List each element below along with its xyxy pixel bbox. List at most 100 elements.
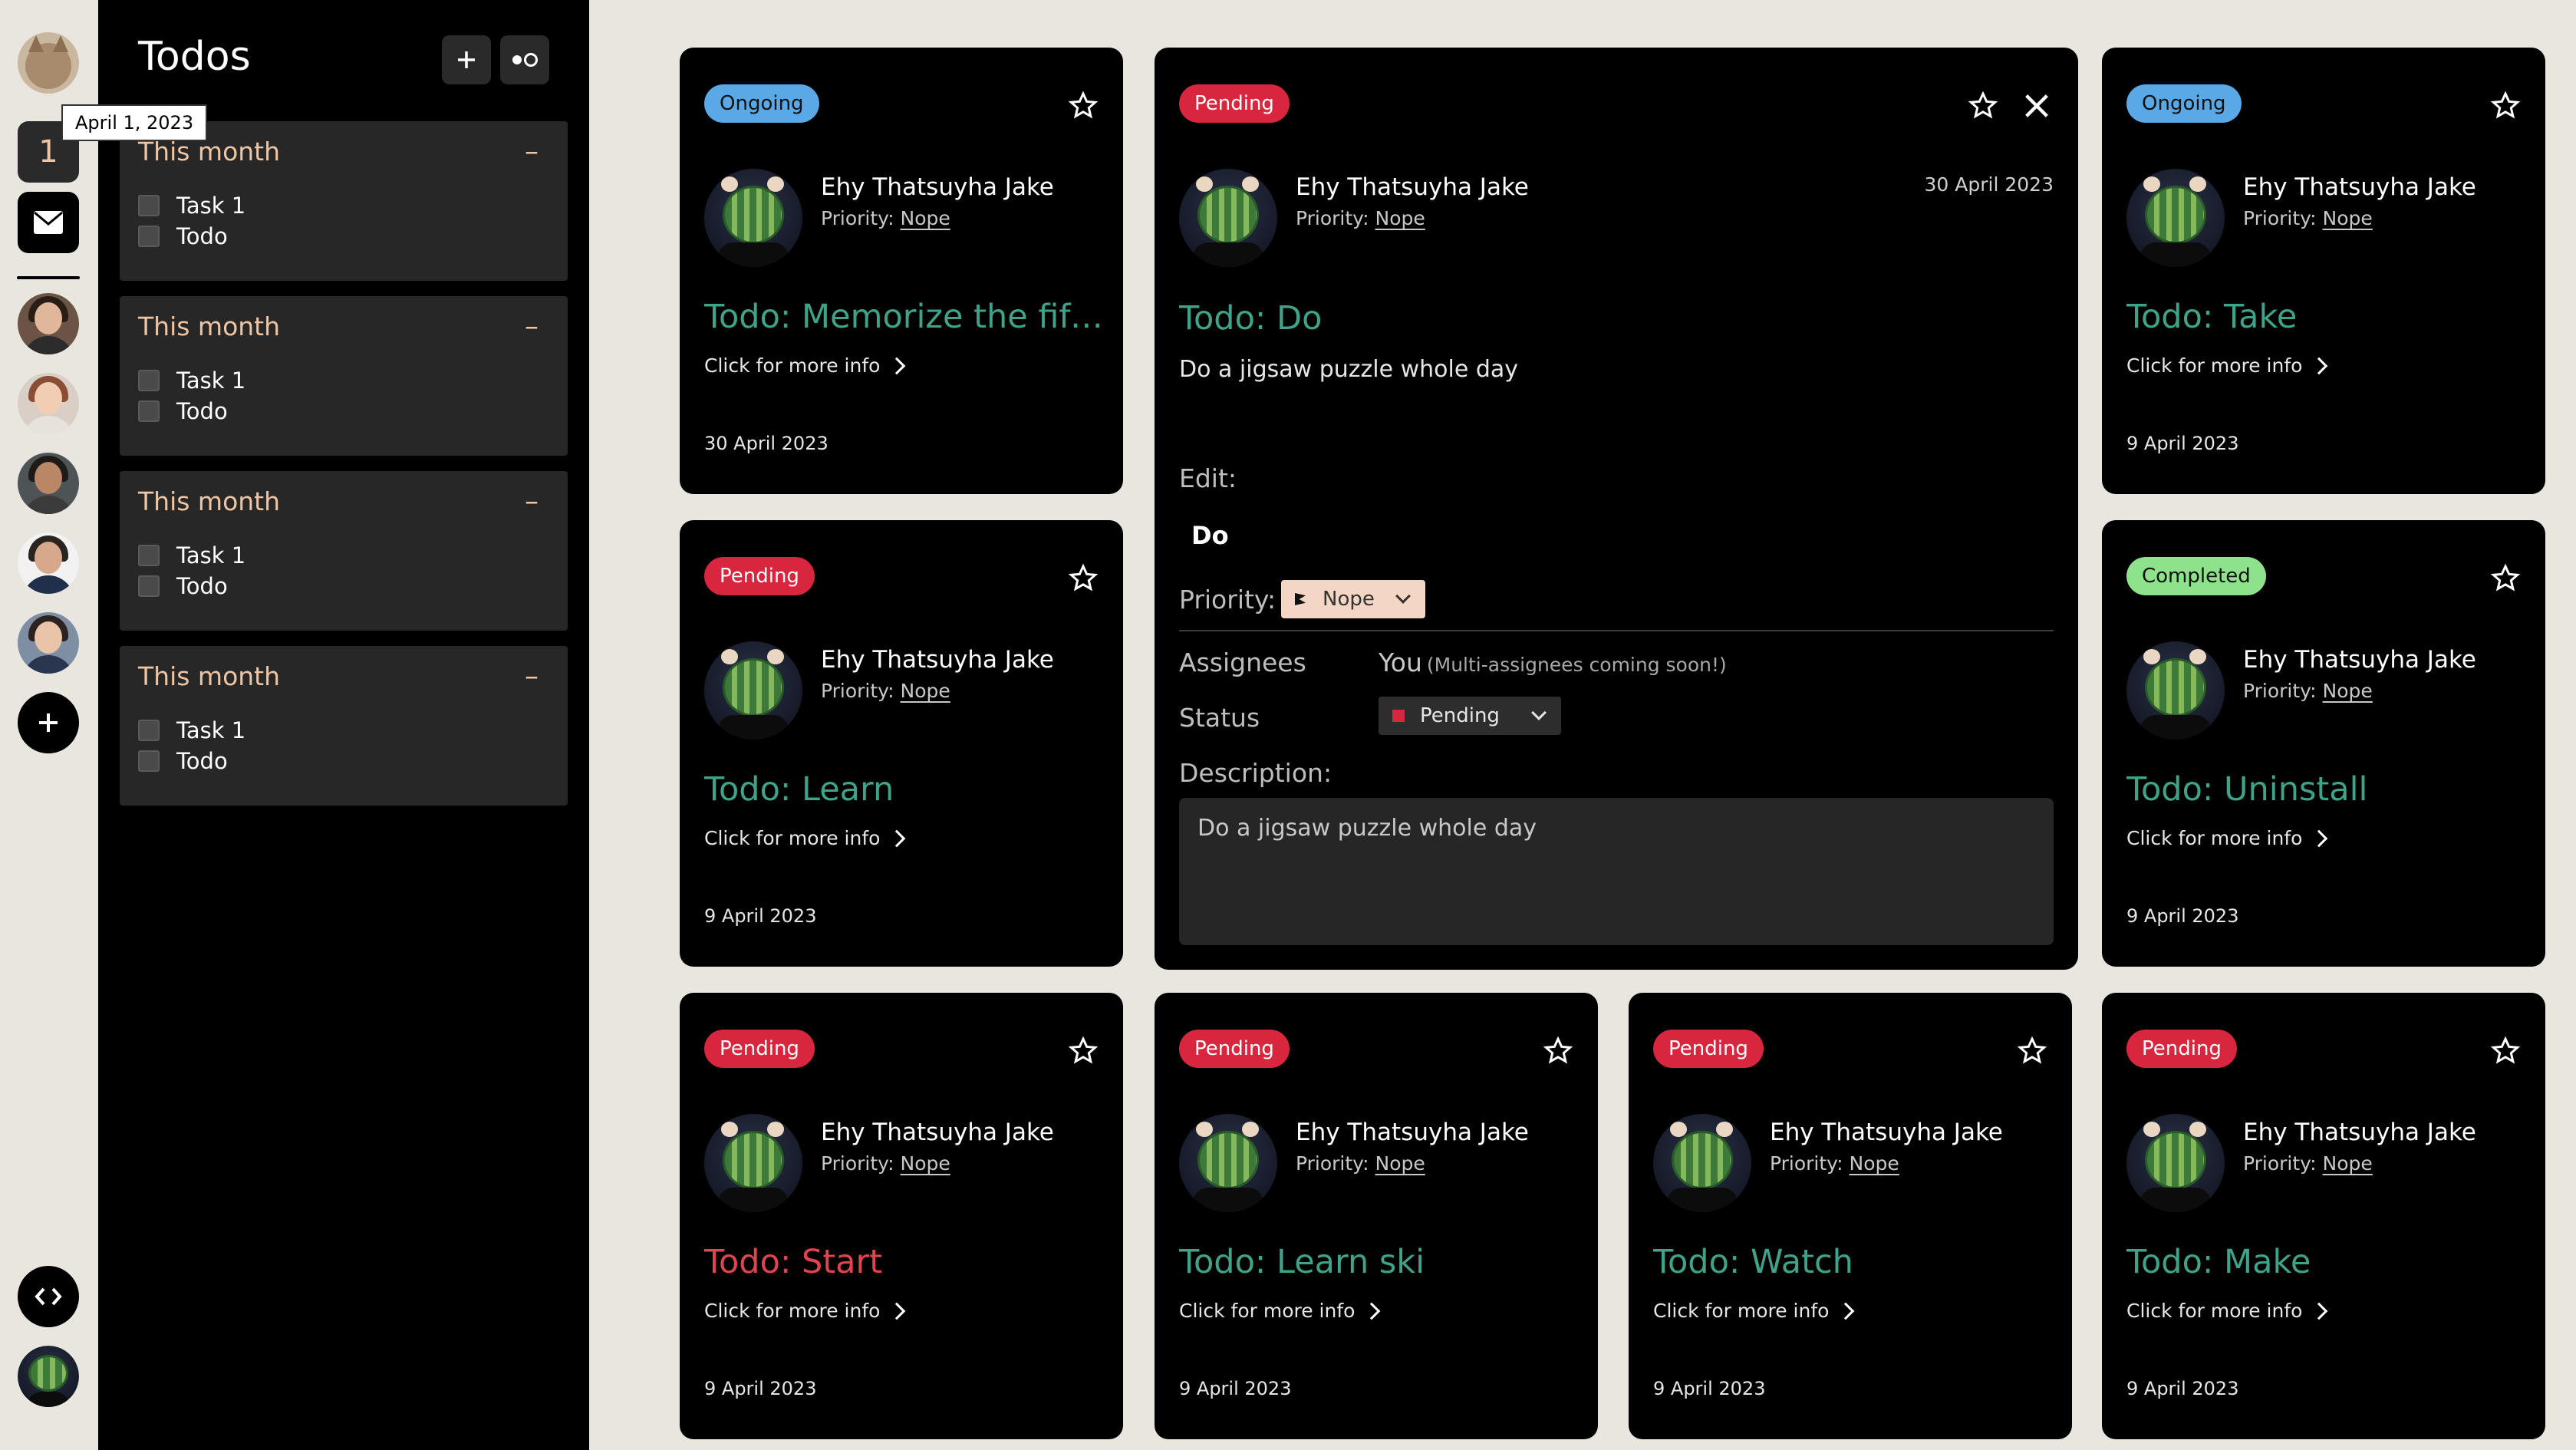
task-checkbox[interactable]: [138, 400, 160, 422]
edit-title-input[interactable]: Do: [1179, 512, 1563, 559]
star-icon[interactable]: [1068, 91, 1099, 121]
todo-date: 9 April 2023: [1653, 1378, 1766, 1399]
todo-title: Todo: Uninstall: [2126, 770, 2368, 809]
more-info-link[interactable]: Click for more info: [2126, 1300, 2328, 1322]
priority-value[interactable]: Nope: [2323, 1152, 2373, 1175]
current-user-avatar[interactable]: [18, 1346, 79, 1407]
task-checkbox[interactable]: [138, 720, 160, 741]
plus-icon: [39, 713, 58, 732]
author-name: Ehy Thatsuyha Jake: [1296, 1119, 1529, 1146]
priority-value[interactable]: Nope: [901, 680, 950, 702]
more-info-label: Click for more info: [1653, 1300, 1830, 1322]
sidebar-title: Todos: [138, 34, 251, 80]
priority-label: Priority:: [821, 207, 894, 229]
toggle-view-button[interactable]: [500, 35, 549, 84]
more-info-link[interactable]: Click for more info: [2126, 827, 2328, 849]
priority-value[interactable]: Nope: [1375, 1152, 1425, 1175]
todo-card[interactable]: Pending Ehy Thatsuyha Jake Priority: Nop…: [1155, 993, 1598, 1439]
mail-icon: [34, 211, 63, 234]
task-checkbox[interactable]: [138, 370, 160, 391]
task-checkbox[interactable]: [138, 226, 160, 247]
close-icon[interactable]: [2021, 91, 2052, 121]
priority-value[interactable]: Nope: [1375, 207, 1425, 229]
star-icon[interactable]: [1968, 91, 1998, 121]
task-item[interactable]: Task 1: [138, 542, 245, 569]
add-todo-button[interactable]: [442, 35, 491, 84]
collapse-icon[interactable]: –: [520, 663, 543, 690]
edit-label: Edit:: [1179, 463, 1237, 493]
star-icon[interactable]: [2490, 91, 2521, 121]
todo-card[interactable]: Ongoing Ehy Thatsuyha Jake Priority: Nop…: [2102, 48, 2545, 494]
priority-label: Priority:: [2243, 680, 2317, 702]
task-item[interactable]: Todo: [138, 222, 228, 250]
todos-sidebar: Todos This month – Task 1 Todo This mont…: [98, 0, 589, 1450]
todo-card[interactable]: Pending Ehy Thatsuyha Jake Priority: Nop…: [680, 520, 1123, 967]
more-info-link[interactable]: Click for more info: [1179, 1300, 1381, 1322]
star-icon[interactable]: [1543, 1036, 1573, 1066]
collapse-icon[interactable]: –: [520, 313, 543, 341]
star-icon[interactable]: [1068, 563, 1099, 594]
task-item[interactable]: Task 1: [138, 367, 245, 394]
assignee-avatar: [2126, 641, 2225, 740]
task-item[interactable]: Task 1: [138, 192, 245, 219]
chevron-right-icon: [888, 357, 906, 374]
more-info-link[interactable]: Click for more info: [2126, 354, 2328, 377]
priority-select[interactable]: Nope: [1281, 580, 1425, 618]
assignee-avatar: [1653, 1114, 1751, 1212]
todo-card[interactable]: Pending Ehy Thatsuyha Jake Priority: Nop…: [2102, 993, 2545, 1439]
code-button[interactable]: [18, 1266, 79, 1327]
date-tooltip: April 1, 2023: [61, 104, 208, 141]
todo-group: This month – Task 1 Todo: [120, 296, 568, 456]
todo-card[interactable]: Ongoing Ehy Thatsuyha Jake Priority: Nop…: [680, 48, 1123, 494]
user-avatar-1[interactable]: [18, 293, 79, 354]
author-name: Ehy Thatsuyha Jake: [2243, 173, 2476, 201]
star-icon[interactable]: [2490, 1036, 2521, 1066]
task-checkbox[interactable]: [138, 750, 160, 772]
code-icon: [35, 1287, 62, 1306]
todo-date: 9 April 2023: [2126, 433, 2239, 454]
priority-value[interactable]: Nope: [1850, 1152, 1899, 1175]
collapse-icon[interactable]: –: [520, 138, 543, 166]
todo-card[interactable]: Completed Ehy Thatsuyha Jake Priority: N…: [2102, 520, 2545, 967]
todo-group: This month – Task 1 Todo: [120, 471, 568, 631]
todo-card[interactable]: Pending Ehy Thatsuyha Jake Priority: Nop…: [680, 993, 1123, 1439]
star-icon[interactable]: [1068, 1036, 1099, 1066]
priority-value[interactable]: Nope: [2323, 207, 2373, 229]
todo-card[interactable]: Pending Ehy Thatsuyha Jake Priority: Nop…: [1629, 993, 2072, 1439]
user-avatar-3[interactable]: [18, 453, 79, 514]
todo-title: Todo: Start: [704, 1243, 883, 1281]
star-icon[interactable]: [2490, 563, 2521, 594]
more-info-link[interactable]: Click for more info: [1653, 1300, 1855, 1322]
chevron-right-icon: [2311, 357, 2328, 374]
task-checkbox[interactable]: [138, 545, 160, 566]
chevron-right-icon: [2311, 829, 2328, 847]
group-title: This month: [138, 311, 281, 341]
task-item[interactable]: Todo: [138, 572, 228, 600]
assignee-avatar: [704, 1114, 802, 1212]
task-label: Task 1: [176, 717, 246, 743]
app-logo-cat[interactable]: [18, 32, 79, 94]
priority-value[interactable]: Nope: [901, 207, 950, 229]
add-user-button[interactable]: [18, 692, 79, 753]
task-checkbox[interactable]: [138, 195, 160, 216]
priority-select-value: Nope: [1323, 588, 1375, 611]
user-avatar-2[interactable]: [18, 373, 79, 434]
description-textarea[interactable]: Do a jigsaw puzzle whole day: [1179, 798, 2054, 945]
priority-value[interactable]: Nope: [2323, 680, 2373, 702]
task-item[interactable]: Todo: [138, 397, 228, 425]
user-avatar-4[interactable]: [18, 532, 79, 594]
task-checkbox[interactable]: [138, 575, 160, 597]
star-icon[interactable]: [2017, 1036, 2047, 1066]
chevron-right-icon: [888, 1302, 906, 1320]
more-info-link[interactable]: Click for more info: [704, 827, 906, 849]
user-avatar-5[interactable]: [18, 612, 79, 674]
more-info-label: Click for more info: [704, 354, 881, 377]
more-info-link[interactable]: Click for more info: [704, 354, 906, 377]
more-info-link[interactable]: Click for more info: [704, 1300, 906, 1322]
collapse-icon[interactable]: –: [520, 488, 543, 516]
mail-button[interactable]: [18, 192, 79, 253]
priority-value[interactable]: Nope: [901, 1152, 950, 1175]
status-select[interactable]: Pending: [1379, 697, 1561, 735]
task-item[interactable]: Task 1: [138, 717, 245, 744]
task-item[interactable]: Todo: [138, 747, 228, 775]
